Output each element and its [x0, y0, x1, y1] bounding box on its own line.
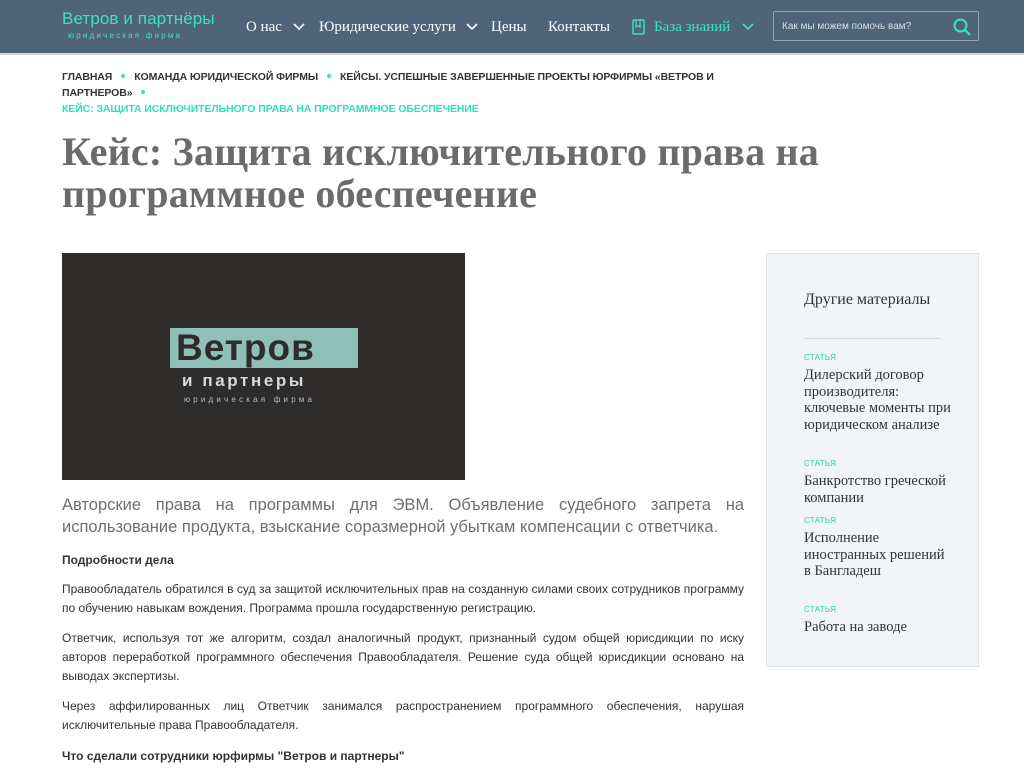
sidebar-article: Статья Банкротство греческой компании — [804, 459, 954, 506]
page-title: Кейс: Защита исключительного права на пр… — [62, 129, 819, 216]
article-paragraph: Правообладатель обратился в суд за защит… — [62, 582, 744, 615]
chevron-down-icon[interactable] — [742, 22, 754, 32]
article-tag: Статья — [804, 605, 837, 614]
sidebar-article: Статья Работа на заводе — [804, 605, 954, 636]
sidebar-title: Другие материалы — [804, 291, 931, 308]
breadcrumb-separator — [327, 74, 332, 79]
divider — [804, 338, 941, 339]
article-paragraph: Ответчик, используя тот же алгоритм, соз… — [62, 631, 744, 683]
sidebar-article-link[interactable]: Банкротство греческой компании — [804, 473, 954, 506]
hero-image: Ветров и партнеры юридическая фирма — [62, 253, 465, 480]
breadcrumb-team[interactable]: Команда юридической фирмы — [134, 71, 318, 83]
article-lead: Авторские права на программы для ЭВМ. Об… — [62, 496, 744, 536]
nav-prices[interactable]: Цены — [491, 18, 527, 36]
nav-knowledge-base[interactable]: База знаний — [654, 18, 730, 36]
search-box — [773, 11, 979, 41]
nav-services[interactable]: Юридические услуги — [319, 18, 456, 36]
chevron-down-icon[interactable] — [466, 22, 478, 32]
breadcrumb-home[interactable]: Главная — [62, 71, 112, 83]
sidebar-article-link[interactable]: Исполнение иностранных решений в Банглад… — [804, 530, 954, 580]
section-heading: Что сделали сотрудники юрфирмы "Ветров и… — [62, 749, 405, 763]
breadcrumb-separator — [121, 74, 126, 79]
logo-subtitle: юридическая фирма — [68, 31, 183, 40]
breadcrumb: Главная Команда юридической фирмы Кейсы. У… — [62, 69, 762, 117]
logo-name: Ветров и партнёры — [62, 9, 215, 28]
sidebar-article: Статья Исполнение иностранных решений в … — [804, 516, 954, 580]
article-tag: Статья — [804, 459, 837, 468]
hero-logo-subtitle: и партнеры — [182, 371, 307, 390]
sidebar-article-link[interactable]: Работа на заводе — [804, 619, 954, 636]
chevron-down-icon[interactable] — [293, 22, 305, 32]
article-tag: Статья — [804, 516, 837, 525]
logo[interactable]: Ветров и партнёры юридическая фирма — [62, 9, 215, 40]
section-heading: Подробности дела — [62, 553, 174, 567]
article-paragraph: Через аффилированных лиц Ответчик занима… — [62, 699, 744, 732]
nav-contacts[interactable]: Контакты — [548, 18, 610, 36]
book-icon — [632, 19, 645, 35]
search-icon[interactable] — [952, 17, 972, 37]
search-input[interactable] — [782, 18, 942, 34]
sidebar-article-link[interactable]: Дилерский договор производителя: ключевы… — [804, 367, 954, 433]
sidebar-article: Статья Дилерский договор производителя: … — [804, 353, 954, 433]
sidebar-related: Другие материалы Статья Дилерский догово… — [766, 253, 979, 667]
nav-about[interactable]: О нас — [246, 18, 282, 36]
breadcrumb-current: Кейс: Защита исключительного права на пр… — [62, 103, 479, 115]
breadcrumb-separator — [141, 90, 146, 95]
hero-logo-word: Ветров — [176, 327, 315, 368]
site-header: Ветров и партнёры юридическая фирма О на… — [0, 0, 1024, 55]
hero-logo-tagline: юридическая фирма — [184, 395, 316, 404]
article-tag: Статья — [804, 353, 837, 362]
